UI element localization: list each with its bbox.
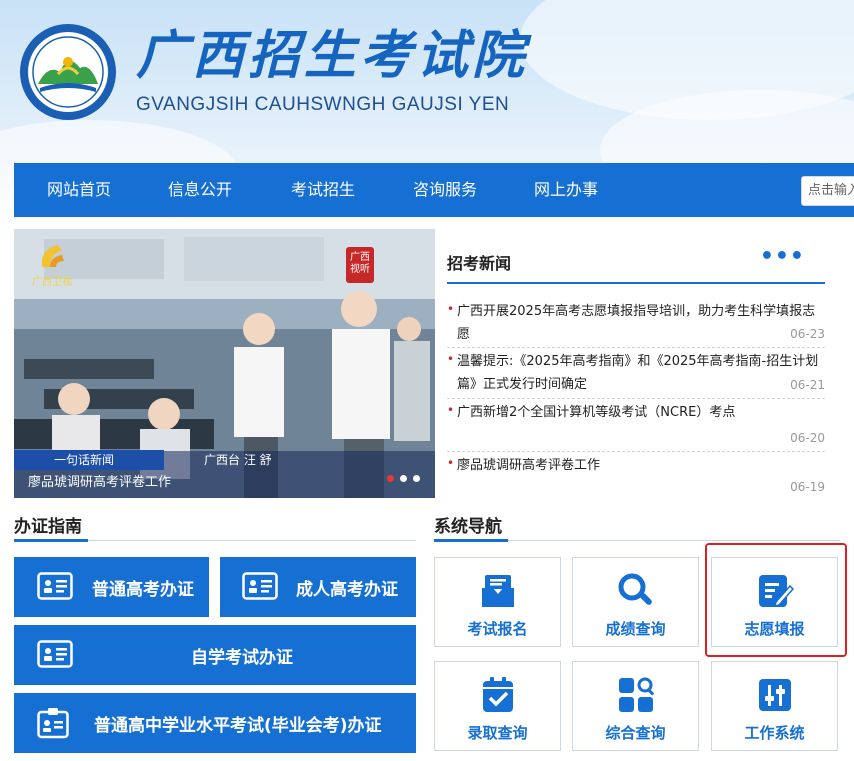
highlight-annotation	[705, 543, 847, 657]
more-dots-icon[interactable]: •••	[760, 244, 805, 269]
search-icon	[617, 572, 655, 610]
score-query-tile[interactable]: 成绩查询	[572, 557, 699, 647]
adult-gaokao-cert-button[interactable]: 成人高考办证	[220, 557, 416, 617]
system-section-title: 系统导航	[434, 517, 502, 537]
news-header: 招考新闻 •••	[447, 240, 825, 284]
news-item-date: 06-20	[790, 431, 825, 445]
button-label: 成人高考办证	[296, 580, 398, 600]
badge-text: 广西视听	[346, 247, 374, 283]
badge-card-icon	[37, 707, 69, 744]
list-item[interactable]: • 廖品琥调研高考评卷工作 06-19	[447, 452, 825, 500]
nav-item-home[interactable]: 网站首页	[47, 163, 111, 217]
news-item-title[interactable]: 温馨提示:《2025年高考指南》和《2025年高考指南-招生计划篇》正式发行时间…	[447, 350, 825, 396]
bullet-icon: •	[447, 403, 455, 417]
self-study-cert-button[interactable]: 自学考试办证	[14, 625, 416, 685]
list-item[interactable]: • 温馨提示:《2025年高考指南》和《2025年高考指南-招生计划篇》正式发行…	[447, 348, 825, 399]
site-logo[interactable]	[18, 22, 118, 122]
nav-item-exam[interactable]: 考试招生	[291, 163, 355, 217]
search-input[interactable]: 点击输入	[801, 176, 854, 206]
nav-item-consult[interactable]: 咨询服务	[413, 163, 477, 217]
list-item[interactable]: • 广西新增2个全国计算机等级考试（NCRE）考点 06-20	[447, 399, 825, 452]
id-card-icon	[37, 640, 73, 673]
high-school-cert-button[interactable]: 普通高中学业水平考试(毕业会考)办证	[14, 693, 416, 753]
tile-label: 工作系统	[744, 724, 805, 742]
tile-label: 综合查询	[605, 724, 666, 742]
exam-registration-tile[interactable]: 考试报名	[434, 557, 561, 647]
site-title: 广西招生考试院	[136, 25, 529, 86]
system-divider-accent	[434, 539, 508, 542]
news-item-title[interactable]: 廖品琥调研高考评卷工作	[447, 454, 825, 477]
mailbox-icon	[479, 572, 517, 610]
news-item-date: 06-19	[790, 480, 825, 494]
news-item-title[interactable]: 广西新增2个全国计算机等级考试（NCRE）考点	[447, 401, 825, 424]
guide-divider-accent	[14, 539, 88, 542]
button-label: 普通高中学业水平考试(毕业会考)办证	[94, 716, 382, 736]
slider-dot[interactable]	[413, 475, 420, 482]
news-list: • 广西开展2025年高考志愿填报指导培训，助力考生科学填报志愿 06-23 •…	[447, 300, 825, 500]
caption-bar: 一句话新闻	[14, 450, 164, 470]
caption-reporter: 广西台 汪 舒	[204, 453, 272, 467]
site-subtitle: GVANGJSIH CAUHSWNGH GAUJSI YEN	[136, 94, 510, 115]
nav-item-info[interactable]: 信息公开	[168, 163, 232, 217]
id-card-icon	[242, 572, 278, 605]
button-label: 自学考试办证	[191, 648, 293, 668]
sliders-icon	[756, 676, 794, 714]
news-item-date: 06-23	[790, 327, 825, 341]
list-item[interactable]: • 广西开展2025年高考志愿填报指导培训，助力考生科学填报志愿 06-23	[447, 300, 825, 348]
guide-section-title: 办证指南	[14, 517, 82, 537]
slider-dot[interactable]	[387, 475, 394, 482]
news-title: 招考新闻	[447, 254, 512, 273]
id-card-icon	[37, 572, 73, 605]
clipboard-check-icon	[479, 676, 517, 714]
button-label: 普通高考办证	[92, 580, 194, 600]
slider-dot[interactable]	[400, 475, 407, 482]
admission-query-tile[interactable]: 录取查询	[434, 661, 561, 751]
bullet-icon: •	[447, 456, 455, 470]
tile-label: 考试报名	[467, 620, 528, 638]
work-system-tile[interactable]: 工作系统	[711, 661, 838, 751]
regular-gaokao-cert-button[interactable]: 普通高考办证	[14, 557, 209, 617]
tile-label: 录取查询	[467, 724, 528, 742]
channel-logo-text: 广西卫视	[32, 277, 72, 288]
news-item-title[interactable]: 广西开展2025年高考志愿填报指导培训，助力考生科学填报志愿	[447, 300, 825, 346]
bullet-icon: •	[447, 352, 455, 366]
bullet-icon: •	[447, 302, 455, 316]
channel-logo-icon	[36, 241, 68, 273]
news-panel: 招考新闻 •••	[447, 240, 825, 284]
grid-search-icon	[617, 676, 655, 714]
news-slider[interactable]: 广西卫视 广西视听 一句话新闻 广西台 汪 舒 廖品琥调研高考评卷工作	[14, 229, 435, 498]
general-query-tile[interactable]: 综合查询	[572, 661, 699, 751]
slider-caption[interactable]: 廖品琥调研高考评卷工作	[28, 471, 171, 490]
tile-label: 成绩查询	[605, 620, 666, 638]
nav-item-online[interactable]: 网上办事	[534, 163, 598, 217]
news-item-date: 06-21	[790, 378, 825, 392]
